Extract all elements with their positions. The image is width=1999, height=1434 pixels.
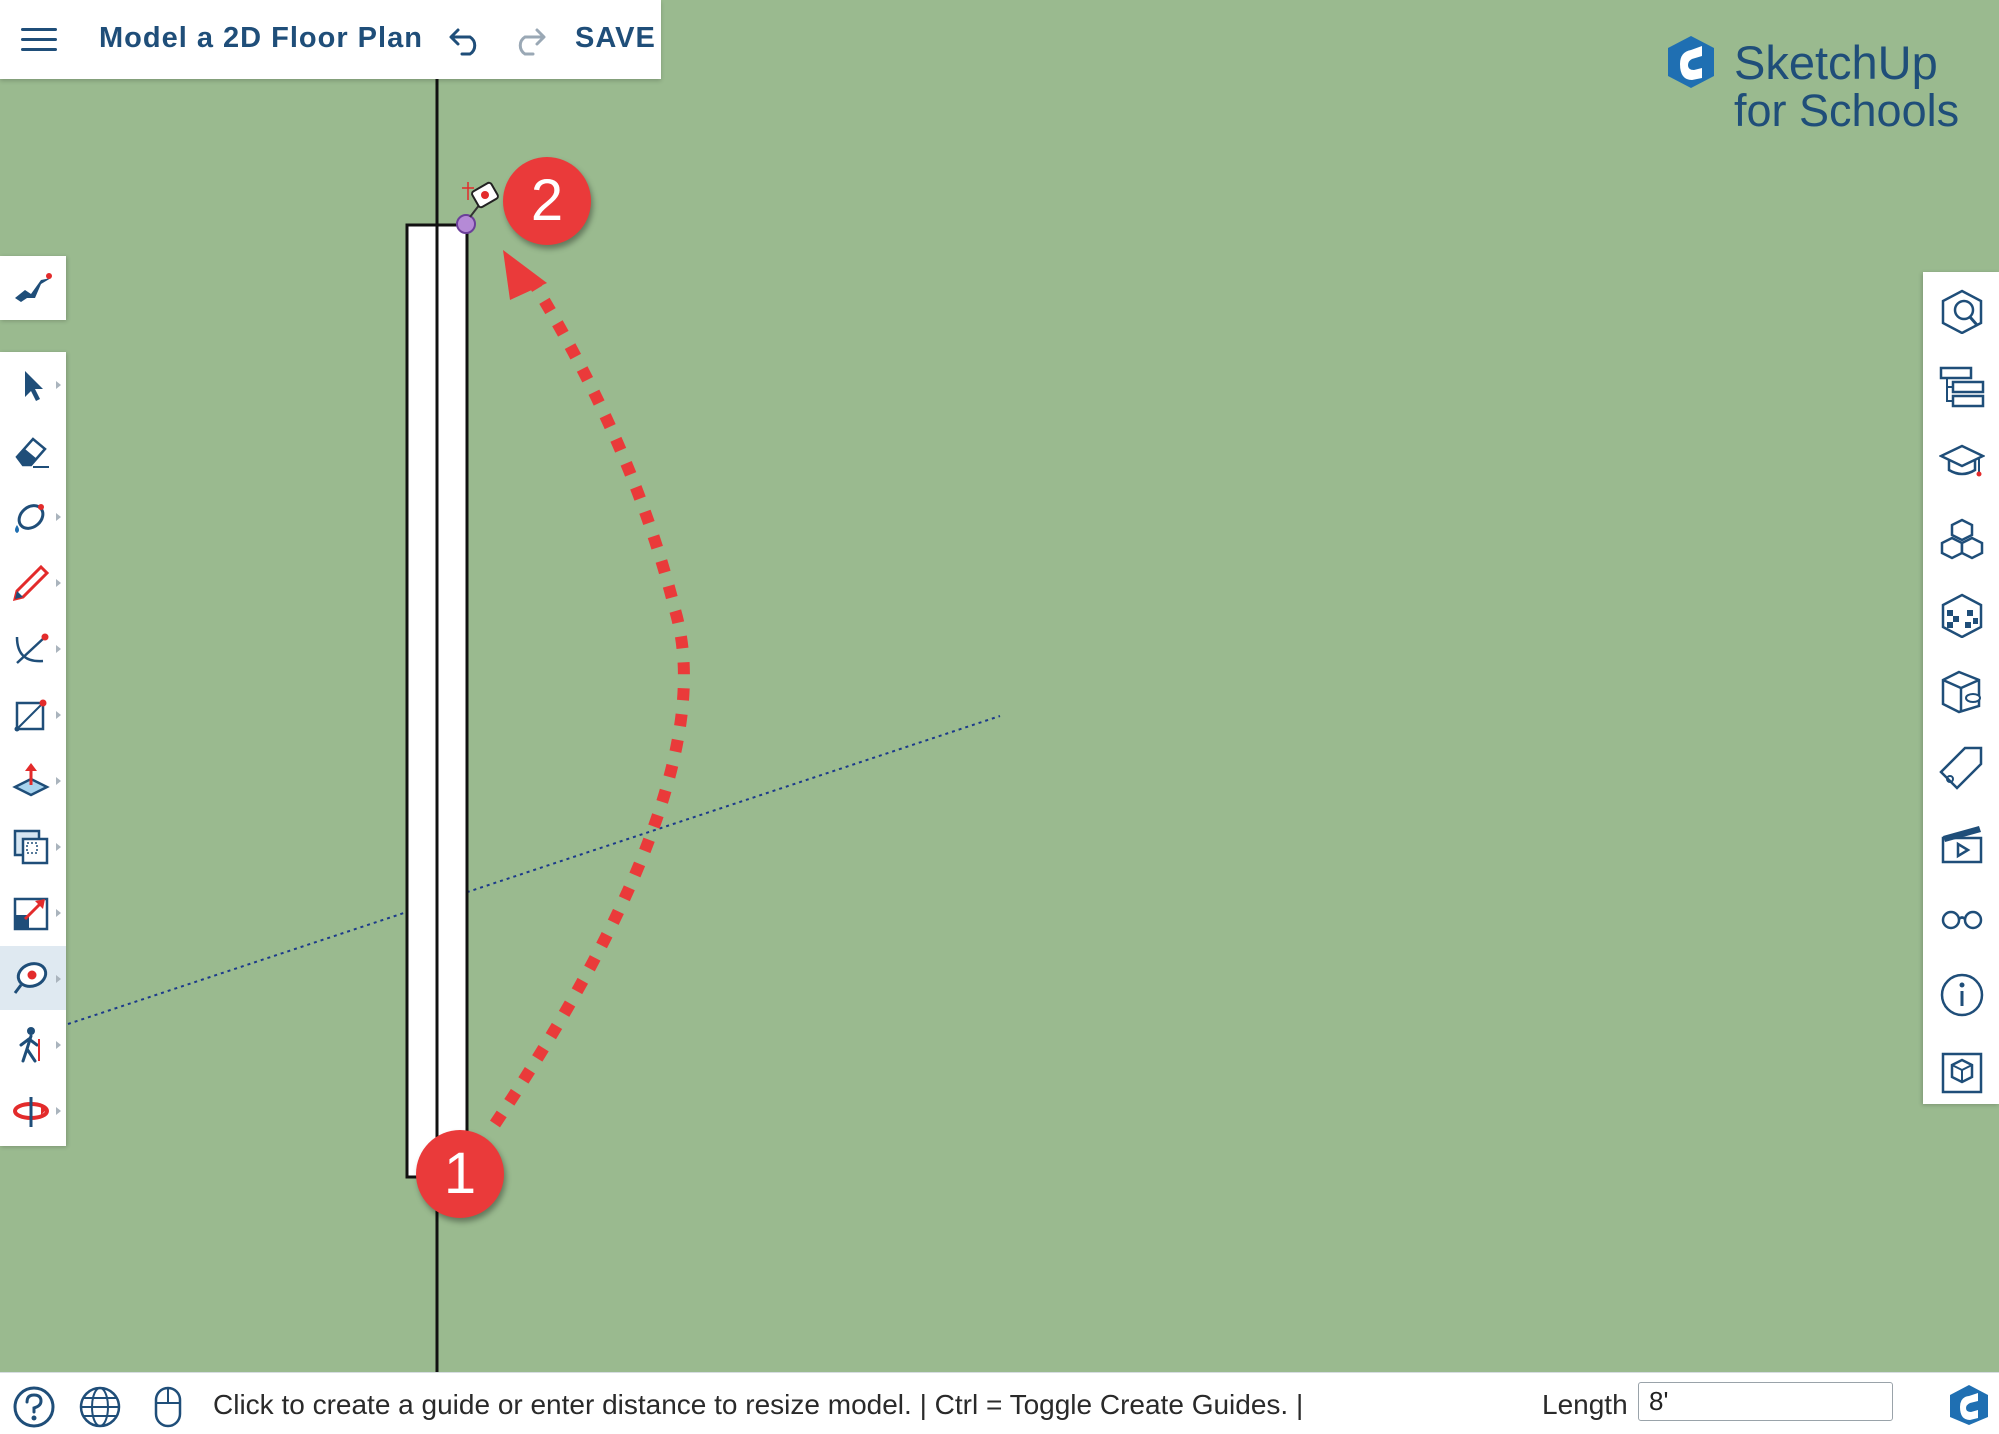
annotation-arrow-path [490,281,690,1128]
right-panel-toolbar [1923,272,1999,1104]
step-1-badge: 1 [416,1130,504,1218]
redo-icon[interactable] [509,22,547,56]
brand-name: SketchUp [1734,36,1938,89]
orbit-tool[interactable] [0,1078,66,1142]
walk-icon [19,1027,40,1063]
length-input[interactable] [1638,1382,1893,1421]
model-info-icon [1941,1052,1983,1094]
orbit-icon [13,1097,49,1127]
cube-search-icon [1941,289,1983,334]
tag-icon [1939,746,1983,790]
materials-cube-icon [1941,593,1983,638]
status-message: Click to create a guide or enter distanc… [213,1389,1304,1420]
modeling-canvas[interactable] [0,0,1999,1433]
display-button[interactable] [1923,880,1999,956]
walk-tool[interactable] [0,1012,66,1076]
tape-measure-icon [13,962,48,994]
tape-measure-tool[interactable] [0,946,66,1010]
arc-icon [15,633,49,664]
entity-info-button[interactable] [1923,956,1999,1032]
arrow-cursor-icon [25,371,43,401]
sketchup-logo-icon [1668,36,1714,88]
eraser-icon [15,437,49,468]
materials-button[interactable] [1923,576,1999,652]
annotation-arrowhead [503,250,547,300]
brand-subtitle: for Schools [1734,85,1960,136]
globe-icon[interactable] [78,1385,122,1429]
outliner-icon [1939,366,1985,408]
scale-tool[interactable] [0,880,66,944]
model-info-button[interactable] [1923,1032,1999,1108]
styles-button[interactable] [1923,652,1999,728]
push-pull-tool[interactable] [0,748,66,812]
brand-logo: SketchUp for Schools [1666,34,1960,136]
eraser-tool[interactable] [0,418,66,482]
length-label: Length [1542,1389,1628,1420]
info-icon [1940,973,1984,1017]
rectangle-tool[interactable] [0,682,66,746]
step-2-badge: 2 [503,157,591,245]
paint-bucket-icon [15,504,45,533]
glasses-icon [1941,910,1983,930]
rectangle-icon [14,699,47,732]
instructor-panel-button[interactable] [1923,424,1999,500]
paint-bucket-tool[interactable] [0,484,66,548]
outliner-button[interactable] [1923,348,1999,424]
pencil-icon [12,564,50,602]
status-bar: Click to create a guide or enter distanc… [0,1372,1999,1434]
mouse-icon[interactable] [146,1385,190,1429]
arc-tool[interactable] [0,616,66,680]
sketchup-logo-icon[interactable] [1948,1383,1990,1427]
push-pull-icon [12,763,50,797]
title-bar: Model a 2D Floor Plan SAVE [0,0,661,79]
select-tool[interactable] [0,352,66,416]
left-toolbar [0,352,66,1146]
pencil-tool[interactable] [0,550,66,614]
hamburger-menu-icon[interactable] [21,25,57,53]
save-button[interactable]: SAVE [575,22,656,55]
help-icon[interactable] [12,1385,56,1429]
offset-icon [13,829,49,865]
graduation-cap-icon [1939,444,1985,477]
components-icon [1940,518,1984,560]
scale-icon [13,897,49,931]
components-button[interactable] [1923,500,1999,576]
instructor-icon [15,273,52,302]
styles-cube-icon [1941,670,1981,714]
instructor-tool[interactable] [0,256,66,320]
undo-icon[interactable] [448,22,486,56]
tags-button[interactable] [1923,728,1999,804]
offset-tool[interactable] [0,814,66,878]
clapperboard-icon [1941,826,1983,864]
guide-line [67,715,1001,1025]
search-3d-warehouse-button[interactable] [1923,272,1999,348]
document-title[interactable]: Model a 2D Floor Plan [99,22,423,55]
tape-measure-cursor-icon [456,181,499,234]
scenes-button[interactable] [1923,804,1999,880]
